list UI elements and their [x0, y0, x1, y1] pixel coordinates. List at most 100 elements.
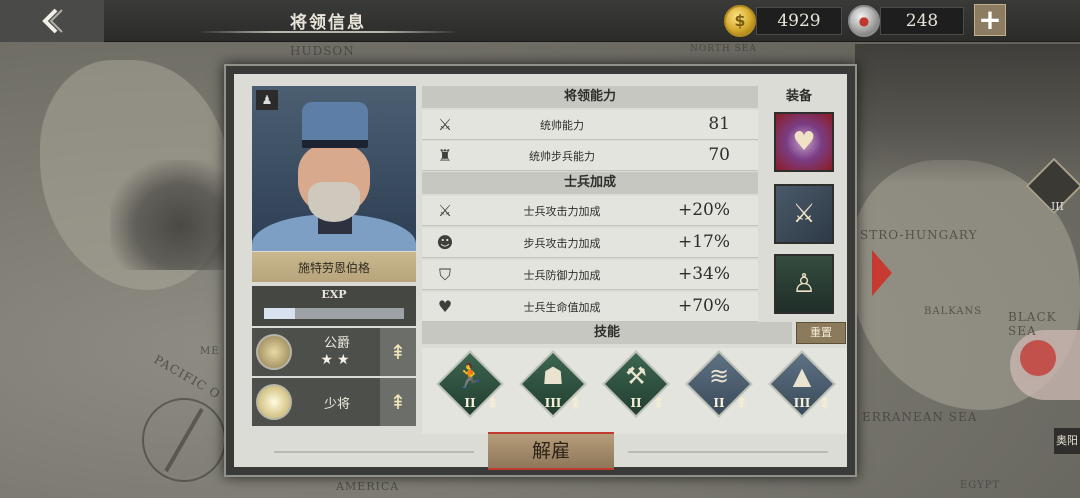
skill-slot[interactable]: 🏃 II ⇞ [436, 350, 504, 418]
crossed-swords-icon: ⚔ [437, 115, 453, 134]
military-rank: 少将 [323, 397, 350, 412]
map-label: EGYPT [960, 480, 1001, 491]
divider [274, 451, 474, 453]
map-label: ME [200, 346, 220, 357]
upgrade-rank-button[interactable]: ⇞ [380, 378, 416, 426]
bonus-value: +20% [677, 200, 730, 220]
skills-header: 技能 [422, 322, 792, 344]
skill-slot[interactable]: ▲ III ⇞ [768, 350, 836, 418]
infantry-soldier-icon: ♜ [437, 146, 453, 165]
exp-label: EXP [321, 288, 347, 301]
gold-amount: 4929 [756, 7, 842, 35]
back-button[interactable] [0, 0, 104, 42]
plus-icon: + [978, 3, 1002, 36]
map-unit-badge-level: III [1050, 200, 1064, 213]
exp-progress-fill [264, 308, 295, 319]
map-label: AMERICA [336, 480, 400, 493]
add-currency-button[interactable]: + [974, 4, 1006, 36]
map-label: NORTH SEA [690, 44, 757, 54]
upgrade-arrow-icon: ⇞ [389, 340, 407, 364]
equipment-slot-uniform[interactable]: ♙ [774, 254, 834, 314]
compass-rose-icon [142, 398, 226, 482]
bonus-row: ♥ 士兵生命值加成 +70% [422, 292, 758, 322]
exp-block: EXP [252, 286, 416, 326]
map-label: BLACK SEA [1008, 310, 1057, 338]
skill-upgrade-arrow-icon: ⇞ [569, 394, 583, 413]
general-type-icon: ♟ [256, 90, 278, 110]
trench-wire-icon: ≋ [708, 362, 730, 390]
infantry-attack-icon: ☻ [436, 233, 454, 252]
ability-row: ⚔ 统帅能力 81 [422, 110, 758, 140]
skill-slot[interactable]: ≋ II ⇞ [685, 350, 753, 418]
next-arrow-icon[interactable] [872, 250, 894, 296]
bonus-row: ☻ 步兵攻击力加成 +17% [422, 228, 758, 258]
bonus-label: 士兵防御力加成 [523, 269, 601, 282]
map-label: STRO-HUNGARY [860, 228, 978, 242]
nobility-helmet-icon [256, 334, 292, 370]
heart-icon: ♥ [437, 297, 453, 316]
skills-list: 🏃 II ⇞ ☗ III ⇞ ⚒ II ⇞ ≋ II ⇞ ▲ III ⇞ [422, 348, 847, 434]
purple-heart-medal-icon: ♥ [792, 127, 816, 157]
crawling-soldier-icon: ⚒ [625, 362, 647, 390]
bonus-row: ⛉ 士兵防御力加成 +34% [422, 260, 758, 290]
bonus-value: +70% [677, 296, 730, 316]
medal-amount: 248 [880, 7, 964, 35]
title-rank-row: 公爵 ★★ ⇞ [252, 328, 416, 376]
dialog-body: ♟ 施特劳恩伯格 EXP 公爵 ★★ ⇞ 少将 ⇞ 将领能力 装备 ⚔ 统帅能力… [234, 74, 847, 470]
general-portrait[interactable]: ♟ [252, 86, 416, 251]
battle-scene-art [855, 44, 1080, 184]
shield-icon: ⛉ [438, 265, 451, 284]
military-rank-row: 少将 ⇞ [252, 378, 416, 426]
nobility-stars: ★★ [320, 352, 354, 368]
rank-star-icon [256, 384, 292, 420]
gold-coin-icon: $ [724, 5, 756, 37]
ability-value: 81 [708, 114, 730, 134]
medal-coin-icon: ● [848, 5, 880, 37]
attack-swords-icon: ⚔ [437, 201, 453, 220]
bonus-value: +34% [677, 264, 730, 284]
ability-value: 70 [708, 145, 730, 165]
top-bar: 将领信息 $ 4929 ● 248 + [0, 0, 1080, 42]
bonus-label: 士兵生命值加成 [523, 301, 601, 314]
chevron-left-icon [42, 8, 63, 34]
reset-skills-button[interactable]: 重置 [796, 322, 846, 344]
bonus-row: ⚔ 士兵攻击力加成 +20% [422, 196, 758, 226]
ability-label: 统帅能力 [540, 119, 584, 132]
skill-upgrade-arrow-icon: ⇞ [735, 394, 749, 413]
title-underline [198, 31, 458, 33]
ability-label: 统帅步兵能力 [529, 150, 595, 163]
dismiss-button[interactable]: 解雇 [488, 432, 614, 470]
equipment-slot-weapon[interactable]: ⚔ [774, 184, 834, 244]
running-soldier-icon: 🏃 [455, 362, 485, 390]
uniform-icon: ♙ [792, 269, 816, 299]
bonus-label: 步兵攻击力加成 [523, 237, 601, 250]
bonuses-header: 士兵加成 [422, 172, 758, 194]
exp-progress-bar [264, 308, 404, 319]
skill-upgrade-arrow-icon: ⇞ [818, 394, 832, 413]
divider [628, 451, 828, 453]
upgrade-title-button[interactable]: ⇞ [380, 328, 416, 376]
map-corner-tag[interactable]: 奥阳 [1054, 428, 1080, 454]
skill-slot[interactable]: ⚒ II ⇞ [602, 350, 670, 418]
skill-slot[interactable]: ☗ III ⇞ [519, 350, 587, 418]
map-label: HUDSON [290, 44, 355, 58]
bonus-label: 士兵攻击力加成 [523, 205, 601, 218]
sabre-icon: ⚔ [792, 199, 816, 229]
equipment-slot-medal[interactable]: ♥ [774, 112, 834, 172]
mountains-icon: ▲ [792, 362, 812, 390]
upgrade-arrow-icon: ⇞ [389, 390, 407, 414]
map-label: BALKANS [924, 306, 983, 317]
ability-row: ♜ 统帅步兵能力 70 [422, 141, 758, 171]
equipment-header: 装备 [785, 89, 812, 104]
abilities-header: 将领能力 [422, 86, 758, 108]
soldier-bust-icon: ☗ [542, 362, 564, 390]
map-label: ERRANEAN SEA [862, 410, 978, 424]
territory-marker [1010, 330, 1080, 400]
page-title: 将领信息 [290, 13, 366, 33]
skill-upgrade-arrow-icon: ⇞ [486, 394, 500, 413]
general-info-dialog: ♟ 施特劳恩伯格 EXP 公爵 ★★ ⇞ 少将 ⇞ 将领能力 装备 ⚔ 统帅能力… [224, 64, 857, 477]
map-label: PACIFIC O [151, 352, 223, 402]
bonus-value: +17% [677, 232, 730, 252]
skill-upgrade-arrow-icon: ⇞ [652, 394, 666, 413]
nobility-title: 公爵 [323, 336, 350, 351]
